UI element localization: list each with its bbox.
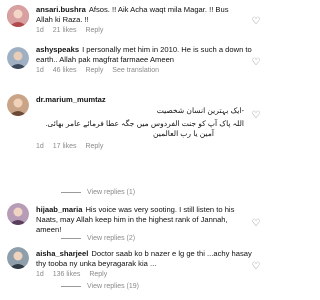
reply-button[interactable]: Reply bbox=[85, 67, 103, 74]
heart-outline-icon[interactable]: ♡ bbox=[251, 262, 261, 272]
comment-meta: 1d 46 likes Reply See translation bbox=[36, 67, 244, 74]
avatar-image bbox=[7, 247, 29, 269]
comment-meta: 1d 17 likes Reply bbox=[36, 143, 244, 150]
view-replies-label: View replies (1) bbox=[87, 189, 136, 196]
comment-text-line: -ایک بہترین انسان شخصیت bbox=[156, 106, 244, 115]
see-translation-button[interactable]: See translation bbox=[112, 67, 159, 74]
comment-text: ansari.bushra Afsos. !! Aik Acha waqt mil… bbox=[36, 5, 229, 14]
comment-text-line: آمین یا رب العالمین bbox=[153, 129, 214, 138]
comment-text-line: ameen! bbox=[36, 225, 62, 234]
comment-likes[interactable]: 136 likes bbox=[53, 271, 81, 278]
avatar[interactable] bbox=[7, 203, 29, 225]
comment-text-line: thy tooba ny unka beyragarak kia ... bbox=[36, 259, 157, 268]
comment-text-line: Naats, may Allah keep him in the highest… bbox=[36, 215, 228, 224]
comment-username[interactable]: ansari.bushra bbox=[36, 5, 86, 14]
heart-outline-icon[interactable]: ♡ bbox=[251, 219, 261, 229]
comment-likes[interactable]: 46 likes bbox=[53, 67, 77, 74]
comment-username[interactable]: aisha_sharjeel bbox=[36, 249, 88, 258]
replies-divider bbox=[61, 286, 81, 287]
avatar[interactable] bbox=[7, 247, 29, 269]
reply-button[interactable]: Reply bbox=[89, 271, 107, 278]
view-replies-button[interactable]: View replies (19) bbox=[61, 283, 139, 290]
reply-button[interactable]: Reply bbox=[85, 27, 103, 34]
avatar-image bbox=[7, 203, 29, 225]
avatar[interactable] bbox=[7, 5, 29, 27]
avatar[interactable] bbox=[7, 47, 29, 69]
comment-text-line: earth.. Allah pak magfrat farmaee Ameen bbox=[36, 55, 175, 64]
heart-outline-icon[interactable]: ♡ bbox=[251, 58, 261, 68]
comment-time: 1d bbox=[36, 143, 44, 150]
avatar-image bbox=[7, 5, 29, 27]
reply-button[interactable]: Reply bbox=[85, 143, 103, 150]
heart-outline-icon[interactable]: ♡ bbox=[251, 17, 261, 27]
comment-text-line: Allah ki Raza. !! bbox=[36, 15, 89, 24]
comment-time: 1d bbox=[36, 67, 44, 74]
comment-username[interactable]: hijaab_maria bbox=[36, 205, 82, 214]
replies-divider bbox=[61, 238, 81, 239]
comment-likes[interactable]: 17 likes bbox=[53, 143, 77, 150]
comment-username[interactable]: dr.marium_mumtaz bbox=[36, 95, 106, 104]
comment-username[interactable]: ashyspeaks bbox=[36, 45, 79, 54]
comment-text: hijaab_maria His voice was very sooting. … bbox=[36, 205, 235, 214]
comment-meta: 1d 136 likes Reply bbox=[36, 271, 244, 278]
heart-outline-icon[interactable]: ♡ bbox=[251, 111, 261, 121]
avatar-image bbox=[7, 94, 29, 116]
view-replies-label: View replies (2) bbox=[87, 235, 136, 242]
comment-text-line: اللہ پاک آپ کو جنت الفردوس میں جگہ عطا ف… bbox=[45, 119, 244, 128]
avatar-image bbox=[7, 47, 29, 69]
replies-divider bbox=[61, 192, 81, 193]
comment-username-line: dr.marium_mumtaz bbox=[36, 95, 244, 105]
comment-meta: 1d 21 likes Reply bbox=[36, 27, 244, 34]
avatar[interactable] bbox=[7, 94, 29, 116]
comment-likes[interactable]: 21 likes bbox=[53, 27, 77, 34]
view-replies-button[interactable]: View replies (1) bbox=[61, 189, 135, 196]
comment-time: 1d bbox=[36, 27, 44, 34]
comment-text: ashyspeaks I personally met him in 2010. … bbox=[36, 45, 252, 54]
comment-time: 1d bbox=[36, 271, 44, 278]
view-replies-button[interactable]: View replies (2) bbox=[61, 235, 135, 242]
comment-text: aisha_sharjeel Doctor saab ko b nazer e l… bbox=[36, 249, 252, 258]
view-replies-label: View replies (19) bbox=[87, 283, 140, 290]
